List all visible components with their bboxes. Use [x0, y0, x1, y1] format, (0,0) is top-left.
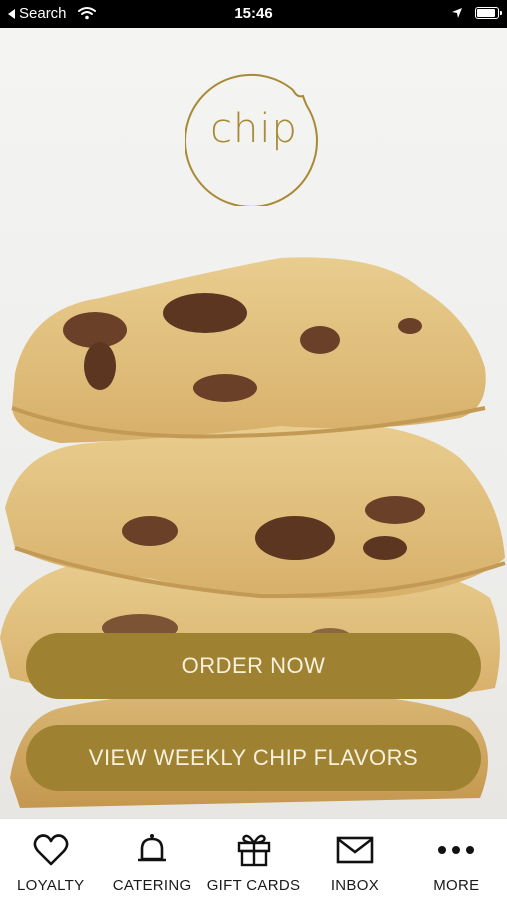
more-dots-icon [437, 831, 475, 869]
gift-icon [235, 831, 273, 869]
view-weekly-flavors-button[interactable]: VIEW WEEKLY CHIP FLAVORS [26, 725, 481, 791]
nav-item-more[interactable]: MORE [406, 819, 507, 901]
nav-item-inbox[interactable]: INBOX [304, 819, 405, 901]
nav-label-more: MORE [433, 877, 480, 894]
order-now-button[interactable]: ORDER NOW [26, 633, 481, 699]
status-time: 15:46 [234, 5, 273, 22]
chip-logo: chip [184, 68, 323, 208]
heart-icon [32, 831, 70, 869]
battery-icon [475, 7, 502, 19]
logo-text: chip [210, 106, 298, 152]
nav-label-catering: CATERING [112, 877, 192, 894]
nav-item-gift-cards[interactable]: GIFT CARDS [203, 819, 304, 901]
nav-label-inbox: INBOX [330, 877, 380, 894]
hero-image: chip [0, 28, 507, 818]
nav-label-loyalty: LOYALTY [17, 877, 85, 894]
bottom-nav: LOYALTY CATERING GIFT CARDS INBOX MORE [0, 818, 507, 901]
nav-item-loyalty[interactable]: LOYALTY [0, 819, 101, 901]
envelope-icon [336, 831, 374, 869]
bell-icon [133, 831, 171, 869]
nav-label-gift-cards: GIFT CARDS [206, 877, 301, 894]
location-arrow-icon [452, 8, 462, 18]
status-bar: Search 15:46 [0, 0, 507, 28]
nav-item-catering[interactable]: CATERING [101, 819, 202, 901]
